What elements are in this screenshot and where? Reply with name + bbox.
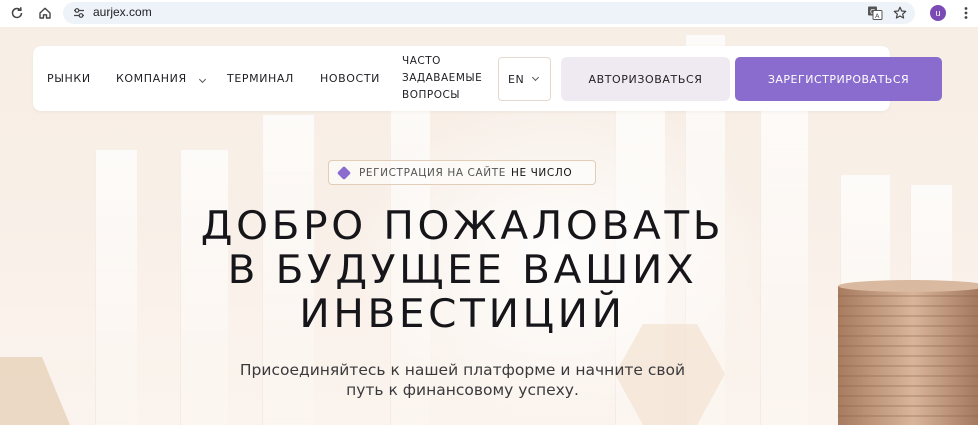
hero-title-line: ДОБРО ПОЖАЛОВАТЬ: [200, 204, 725, 249]
site-settings-icon[interactable]: [73, 7, 85, 19]
nav-faq[interactable]: ЧАСТО ЗАДАВАЕМЫЕ ВОПРОСЫ: [402, 53, 502, 104]
register-button[interactable]: ЗАРЕГИСТРИРОВАТЬСЯ: [735, 57, 942, 101]
registration-badge: РЕГИСТРАЦИЯ НА САЙТЕ НЕ ЧИСЛО: [328, 160, 596, 185]
decor-hexagon-left: [0, 357, 70, 425]
svg-text:A: A: [875, 12, 880, 20]
login-button[interactable]: АВТОРИЗОВАТЬСЯ: [561, 57, 730, 101]
page-viewport: РЫНКИ КОМПАНИЯ ТЕРМИНАЛ НОВОСТИ ЧАСТО ЗА…: [0, 27, 978, 425]
browser-menu-button[interactable]: [955, 2, 977, 24]
kebab-menu-icon: [964, 7, 968, 19]
coin-stack-image: [838, 280, 978, 425]
chevron-down-icon: [198, 75, 206, 84]
home-icon: [39, 7, 51, 19]
nav-terminal[interactable]: ТЕРМИНАЛ: [227, 72, 294, 85]
star-icon[interactable]: [893, 6, 907, 20]
hero-title-line: В БУДУЩЕЕ ВАШИХ: [227, 248, 698, 293]
nav-markets[interactable]: РЫНКИ: [47, 72, 91, 85]
hero-subtitle: Присоединяйтесь к нашей платформе и начн…: [200, 360, 725, 400]
badge-prefix: РЕГИСТРАЦИЯ НА САЙТЕ: [359, 166, 506, 179]
url-text[interactable]: aurjex.com: [93, 5, 152, 19]
hero-subtitle-line: Присоединяйтесь к нашей платформе и начн…: [239, 361, 686, 379]
hero-title-line: ИНВЕСТИЦИЙ: [299, 292, 626, 337]
nav-company-label: КОМПАНИЯ: [116, 72, 187, 85]
reload-icon: [11, 7, 23, 19]
browser-toolbar: aurjex.com G A u: [0, 0, 978, 27]
address-bar[interactable]: aurjex.com G A: [63, 2, 915, 24]
language-value: EN: [508, 72, 525, 86]
nav-faq-line: ВОПРОСЫ: [402, 89, 461, 101]
chevron-down-icon: [532, 73, 540, 82]
home-button[interactable]: [34, 2, 56, 24]
nav-faq-line: ЧАСТО: [402, 55, 441, 67]
diamond-icon: [336, 165, 352, 180]
profile-avatar[interactable]: u: [930, 5, 946, 21]
hero-subtitle-line: путь к финансовому успеху.: [346, 381, 579, 399]
reload-button[interactable]: [6, 2, 28, 24]
translate-icon[interactable]: G A: [867, 5, 883, 21]
nav-news[interactable]: НОВОСТИ: [320, 72, 380, 85]
hero-title: ДОБРО ПОЖАЛОВАТЬ В БУДУЩЕЕ ВАШИХ ИНВЕСТИ…: [138, 205, 788, 337]
language-select[interactable]: EN: [498, 57, 551, 101]
badge-suffix: НЕ ЧИСЛО: [510, 166, 573, 179]
nav-company[interactable]: КОМПАНИЯ: [116, 72, 206, 85]
nav-faq-line: ЗАДАВАЕМЫЕ: [402, 72, 483, 84]
